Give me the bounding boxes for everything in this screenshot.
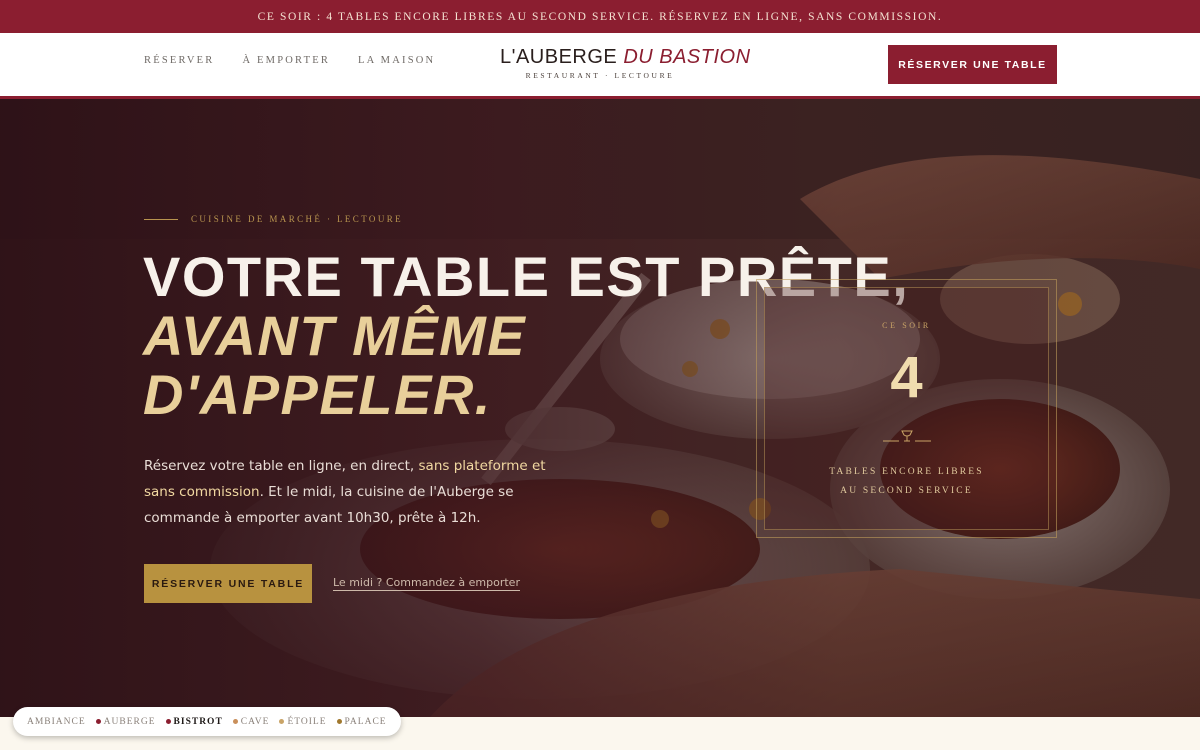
nav-link-reserver[interactable]: RÉSERVER [144,55,214,66]
nav-links: RÉSERVER À EMPORTER LA MAISON [144,55,435,66]
brand-title: L'AUBERGE DU BASTION [500,46,750,69]
nav-link-maison[interactable]: LA MAISON [358,55,435,66]
eyebrow-rule [144,218,178,220]
availability-number: 4 [890,345,923,410]
availability-card: CE SOIR 4 TABLES ENCORE LIBRES AU SECOND… [756,279,1057,538]
theme-dot [165,719,171,724]
main-navigation: RÉSERVER À EMPORTER LA MAISON L'AUBERGE … [0,33,1200,99]
reserve-table-button-nav[interactable]: RÉSERVER UNE TABLE [888,45,1057,84]
theme-bistrot[interactable]: BISTROT [165,716,223,727]
theme-palace-label: PALACE [344,716,387,727]
availability-card-inner: CE SOIR 4 TABLES ENCORE LIBRES AU SECOND… [764,287,1049,530]
theme-palace[interactable]: PALACE [336,716,387,727]
availability-caption-line-2: AU SECOND SERVICE [840,486,973,496]
theme-bistrot-label: BISTROT [173,716,223,727]
hero-section: CUISINE DE MARCHÉ · LECTOURE VOTRE TABLE… [0,99,1200,717]
theme-cave[interactable]: CAVE [232,716,270,727]
brand-subtitle: RESTAURANT · LECTOURE [525,71,675,80]
theme-dot [279,719,285,724]
announcement-bar: CE SOIR : 4 TABLES ENCORE LIBRES AU SECO… [0,0,1200,33]
theme-switcher: AMBIANCE AUBERGE BISTROT CAVE ÉTOILE PAL… [13,707,401,736]
theme-dot [95,719,101,724]
brand-main: L'AUBERGE [500,46,618,68]
availability-caption: TABLES ENCORE LIBRES AU SECOND SERVICE [765,463,1048,501]
theme-dot [232,719,238,724]
wine-glass-icon [883,430,931,442]
theme-dot [336,719,342,724]
theme-etoile[interactable]: ÉTOILE [279,717,326,727]
hero-intro: Réservez votre table en ligne, en direct… [144,453,564,531]
takeaway-link[interactable]: Le midi ? Commandez à emporter [333,576,520,591]
theme-auberge-label: AUBERGE [103,716,156,727]
availability-caption-line-1: TABLES ENCORE LIBRES [829,467,984,477]
hero-eyebrow: CUISINE DE MARCHÉ · LECTOURE [144,214,403,224]
theme-ambiance-label: AMBIANCE [27,716,86,727]
brand-logo[interactable]: L'AUBERGE DU BASTION RESTAURANT · LECTOU… [500,46,750,80]
nav-link-emporter[interactable]: À EMPORTER [242,55,330,66]
theme-cave-label: CAVE [240,716,270,727]
theme-etoile-label: ÉTOILE [287,716,327,727]
brand-accent: DU BASTION [623,46,751,68]
theme-auberge[interactable]: AUBERGE [95,716,156,727]
eyebrow-text: CUISINE DE MARCHÉ · LECTOURE [191,214,404,224]
reserve-table-button-hero[interactable]: RÉSERVER UNE TABLE [144,564,312,603]
announcement-text: CE SOIR : 4 TABLES ENCORE LIBRES AU SECO… [257,10,943,23]
theme-ambiance: AMBIANCE [27,717,86,727]
availability-label: CE SOIR [882,321,931,330]
intro-part-1: Réservez votre table en ligne, en direct… [144,458,419,474]
